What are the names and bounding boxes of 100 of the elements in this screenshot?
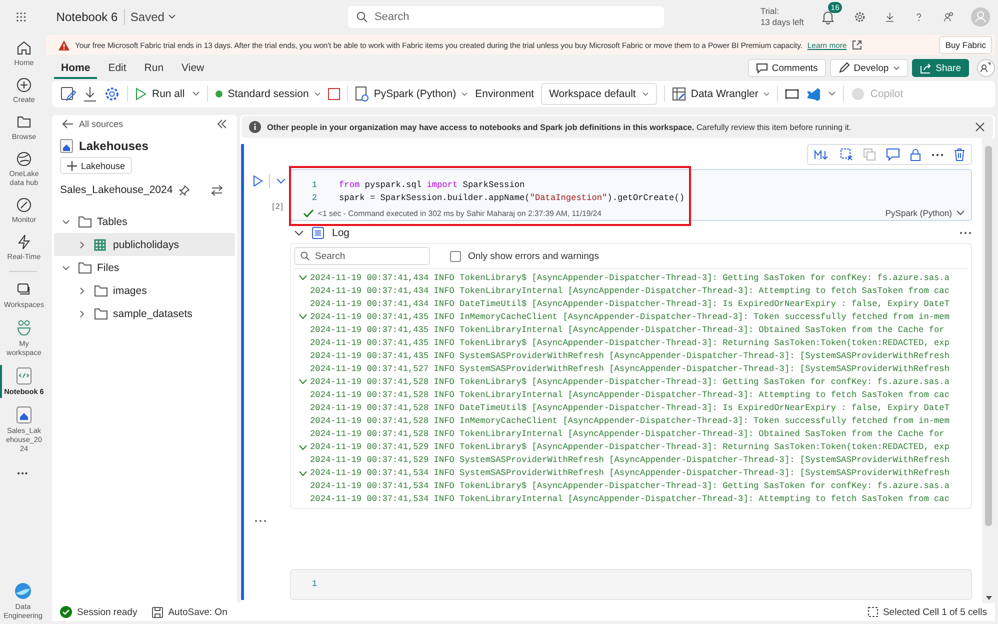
chevron-down-icon[interactable] [299, 379, 307, 384]
environment-dropdown[interactable]: Workspace default [541, 83, 657, 105]
tree-item[interactable]: Tables [54, 210, 235, 233]
log-search-field[interactable]: Search [294, 247, 430, 265]
collapse-icon[interactable] [217, 119, 227, 129]
stop-icon[interactable] [328, 88, 340, 100]
chevron-down-icon[interactable] [192, 91, 200, 97]
delete-icon[interactable] [954, 148, 965, 161]
table-icon [94, 238, 108, 250]
scroll-down-arrow-icon[interactable] [986, 596, 992, 600]
code-line: spark = SparkSession.builder.appName("DataIngestion").getOrCreate() [339, 192, 685, 202]
more-options-icon[interactable] [959, 231, 972, 235]
log-line: 2024-11-19 00:37:41,435 INFO TokenLibrary$ [AsyncAppender-Dispatcher-Thread-3]: Returning SasToken:Token(token:REDACTED, exp [310, 338, 950, 348]
share-icon [920, 62, 932, 74]
tree-item[interactable]: sample_datasets [54, 302, 235, 325]
run-all-button[interactable]: Run all [135, 87, 185, 101]
code-line: from pyspark.sql import SparkSession [339, 180, 525, 190]
ribbon-tab[interactable]: Home [54, 58, 98, 78]
search-field[interactable]: Search [348, 6, 664, 28]
log-line: 2024-11-19 00:37:41,435 INFO TokenLibraryInternal [AsyncAppender-Dispatcher-Thread-3]: Obtained SasToken from the Cache for [310, 324, 944, 335]
log-line: 2024-11-19 00:37:41,528 INFO TokenLibraryInternal [AsyncAppender-Dispatcher-Thread-3]: Attempting to fetch SasToken from cac [310, 390, 950, 400]
chevron-down-icon[interactable] [299, 275, 307, 280]
line-number: 1 [310, 180, 317, 190]
collaborators-icon[interactable] [977, 59, 995, 77]
more-options-icon[interactable] [931, 152, 944, 156]
clear-output-icon[interactable] [840, 148, 853, 161]
trial-days-left: 13 days left [760, 17, 804, 28]
ribbon-tab[interactable]: View [174, 58, 212, 78]
ribbon-tab[interactable]: Run [137, 58, 171, 78]
all-sources-link[interactable]: All sources [62, 119, 124, 129]
chevron-down-icon[interactable] [299, 314, 307, 320]
comment-add-icon[interactable] [886, 148, 900, 161]
add-lakehouse-button[interactable]: Lakehouse [60, 157, 132, 174]
bell-icon[interactable] [820, 9, 836, 25]
checkbox[interactable] [450, 250, 461, 262]
save-state-dropdown[interactable]: Saved [130, 10, 176, 24]
log-line: 2024-11-19 00:37:41,529 INFO SystemSASProviderWithRefresh [AsyncAppender-Dispatcher-Thread-3]: [SystemSASProviderWithRefresh [310, 455, 950, 466]
tree-item[interactable]: publicholidays [54, 233, 235, 256]
grid-wand-icon [672, 87, 686, 101]
warning-icon [58, 40, 70, 50]
buy-fabric-button[interactable]: Buy Fabric [939, 36, 992, 54]
data-wrangler-dropdown[interactable]: Data Wrangler [672, 87, 770, 101]
session-dropdown[interactable]: Standard session [214, 88, 321, 100]
more-options-icon[interactable] [254, 518, 267, 523]
ribbon-tab[interactable]: Edit [101, 58, 134, 78]
swap-icon[interactable] [211, 184, 223, 196]
chevron-down-icon[interactable] [299, 470, 307, 476]
close-icon[interactable] [975, 122, 985, 132]
chevron-down-icon [956, 210, 965, 216]
trial-label: Trial: [760, 6, 780, 17]
external-link-icon[interactable] [852, 40, 862, 50]
log-line: 2024-11-19 00:37:41,534 INFO SystemSASProviderWithRefresh [AsyncAppender-Dispatcher-Thread-3]: [SystemSASProviderWithRefresh [310, 468, 950, 478]
language-dropdown[interactable]: PySpark (Python) [354, 86, 468, 102]
frame-icon[interactable] [785, 88, 800, 100]
log-line: 2024-11-19 00:37:41,534 INFO TokenLibraryInternal [AsyncAppender-Dispatcher-Thread-3]: Attempting to fetch SasToken from cac [310, 494, 950, 504]
status-dot-icon [214, 90, 223, 98]
checkbox-label: Only show errors and warnings [468, 250, 599, 262]
chevron-icon [78, 310, 86, 318]
home-icon [16, 40, 32, 56]
tree-item[interactable]: Files [54, 256, 235, 279]
lakehouse-icon [16, 406, 32, 424]
chevron-down-icon[interactable] [299, 444, 307, 450]
arrow-left-icon [62, 119, 74, 129]
log-line: 2024-11-19 00:37:41,528 INFO DateTimeUtil$ [AsyncAppender-Dispatcher-Thread-3]: Is ExpiredOrNearExpiry : false, Expiry DateT [310, 402, 950, 413]
code-editor-logo-icon[interactable] [806, 86, 822, 102]
lakehouse-name: Sales_Lakehouse_2024 [60, 184, 173, 196]
app-launcher-icon[interactable] [16, 10, 26, 24]
copilot-icon [851, 87, 866, 101]
autosave-status: AutoSave: On [168, 606, 228, 618]
log-line: 2024-11-19 00:37:41,528 INFO TokenLibraryInternal [AsyncAppender-Dispatcher-Thread-3]: Obtained SasToken from the Cache for [310, 429, 944, 440]
pin-icon[interactable] [178, 184, 190, 196]
save-edit-icon[interactable] [60, 86, 76, 102]
chevron-down-icon[interactable] [168, 14, 176, 20]
chevron-icon [62, 218, 70, 226]
settings-icon[interactable] [854, 9, 866, 25]
run-cell-icon[interactable] [253, 175, 263, 187]
swirl-logo-icon [14, 582, 32, 600]
chevron-down-icon[interactable] [828, 91, 836, 97]
session-status: Session ready [77, 606, 138, 618]
develop-dropdown[interactable]: Develop [830, 59, 908, 77]
settings-icon[interactable] [104, 86, 120, 102]
info-icon [249, 121, 261, 133]
markdown-icon[interactable] [814, 148, 830, 160]
tree-item[interactable]: images [54, 279, 235, 302]
cell-language-dropdown[interactable]: PySpark (Python) [885, 208, 965, 218]
chevron-down-icon[interactable] [294, 230, 304, 236]
code-cell[interactable]: 1 [290, 568, 972, 600]
chevron-down-icon[interactable] [276, 178, 286, 184]
share-button[interactable]: Share [912, 59, 969, 77]
lock-icon[interactable] [910, 148, 921, 161]
download-icon[interactable] [83, 86, 97, 102]
play-icon [135, 87, 147, 101]
log-line: 2024-11-19 00:37:41,434 INFO DateTimeUtil$ [AsyncAppender-Dispatcher-Thread-3]: Is ExpiredOrNearExpiry : false, Expiry DateT [310, 298, 950, 309]
scrollbar-thumb[interactable] [985, 146, 992, 526]
chevron-down-icon [892, 66, 900, 70]
chevron-icon [62, 264, 70, 272]
folder-icon [78, 262, 92, 274]
comments-button[interactable]: Comments [748, 59, 826, 77]
more-apps-button[interactable]: ••• [17, 469, 29, 478]
log-line: 2024-11-19 00:37:41,435 INFO InMemoryCacheClient [AsyncAppender-Dispatcher-Thread-3]: Token successfully fetched from in-mem [310, 312, 950, 322]
